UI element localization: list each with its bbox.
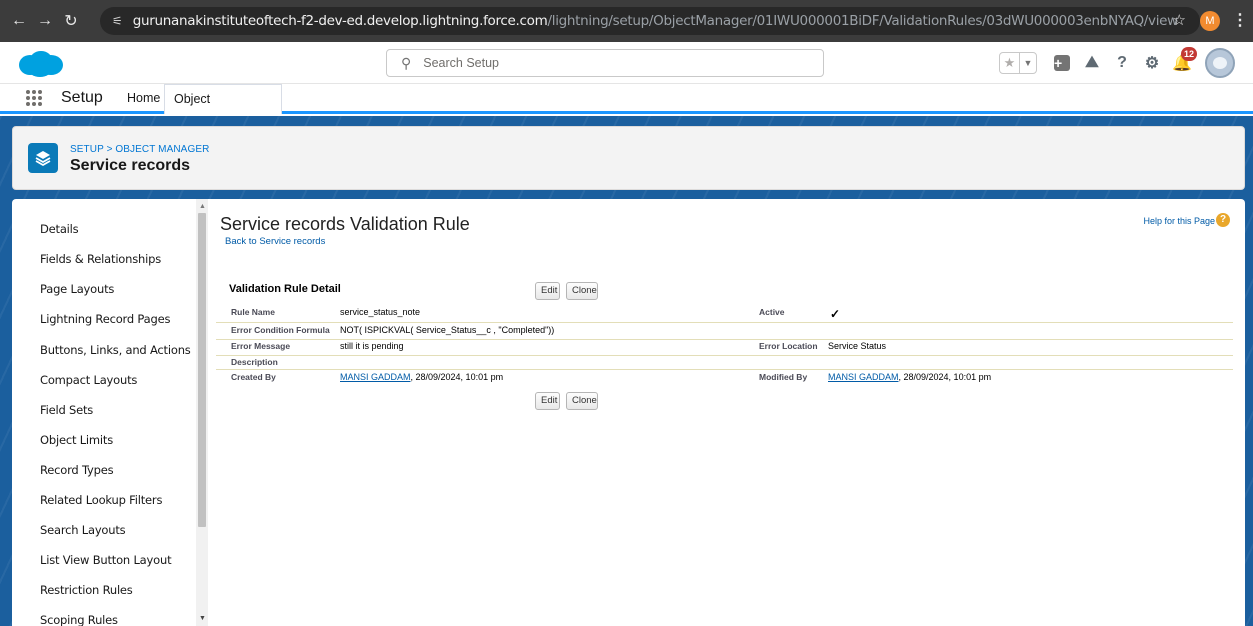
validation-rule-content: Service records Validation Rule Back to …	[208, 199, 1245, 626]
detail-row-created-modified: Created By MANSI GADDAM, 28/09/2024, 10:…	[216, 370, 1233, 387]
back-to-object-link[interactable]: Back to Service records	[225, 236, 325, 247]
site-info-icon[interactable]: ⚟	[112, 14, 123, 28]
created-by-user-link[interactable]: MANSI GADDAM	[340, 372, 411, 382]
user-avatar[interactable]	[1205, 48, 1235, 78]
breadcrumb-separator: >	[106, 144, 113, 155]
app-name: Setup	[61, 89, 103, 106]
tab-home[interactable]: Home	[118, 84, 169, 114]
setup-search-box[interactable]: ⚲	[386, 49, 824, 77]
search-icon: ⚲	[401, 54, 412, 71]
app-navigation-bar: Setup Home Object Manager∨	[0, 84, 1253, 135]
sidebar-scrollbar[interactable]: ▲ ▼	[196, 199, 208, 626]
notification-badge: 12	[1181, 47, 1197, 61]
sidebar-item-lightning-record-pages[interactable]: Lightning Record Pages	[40, 312, 170, 326]
sidebar-item-details[interactable]: Details	[40, 222, 79, 236]
url-host: gurunanakinstituteoftech-f2-dev-ed.devel…	[132, 13, 548, 29]
trailhead-icon[interactable]: ⛰	[1081, 52, 1103, 74]
scrollbar-thumb[interactable]	[198, 213, 206, 527]
sidebar-item-search-layouts[interactable]: Search Layouts	[40, 523, 126, 537]
error-location-value: Service Status	[828, 341, 887, 351]
clone-button-bottom[interactable]: Clone	[566, 392, 598, 410]
rule-name-value: service_status_note	[340, 307, 421, 317]
object-header-card: SETUP > OBJECT MANAGER Service records	[12, 126, 1245, 190]
clone-button-top[interactable]: Clone	[566, 282, 598, 300]
notifications-bell-icon[interactable]: 🔔 12	[1171, 47, 1197, 74]
error-message-value: still it is pending	[340, 341, 404, 351]
description-label: Description	[231, 357, 278, 367]
address-bar[interactable]: ⚟ gurunanakinstituteoftech-f2-dev-ed.dev…	[100, 7, 1200, 35]
global-actions-button[interactable]: +	[1051, 52, 1073, 74]
edit-button-bottom[interactable]: Edit	[535, 392, 560, 410]
plus-icon: +	[1054, 55, 1070, 71]
created-by-date: , 28/09/2024, 10:01 pm	[410, 372, 504, 382]
tab-object-manager[interactable]: Object Manager∨	[164, 84, 282, 135]
sidebar-item-restriction-rules[interactable]: Restriction Rules	[40, 583, 133, 597]
app-launcher-icon[interactable]	[26, 90, 42, 106]
detail-row-formula: Error Condition Formula NOT( ISPICKVAL( …	[216, 323, 1233, 340]
rule-name-label: Rule Name	[231, 307, 275, 317]
favorites-dropdown-icon[interactable]: ▼	[1020, 53, 1036, 73]
help-question-icon[interactable]: ?	[1111, 52, 1133, 74]
sidebar-item-page-layouts[interactable]: Page Layouts	[40, 282, 114, 296]
sidebar-item-field-sets[interactable]: Field Sets	[40, 403, 93, 417]
created-by-value: MANSI GADDAM, 28/09/2024, 10:01 pm	[340, 372, 503, 382]
favorites-star-icon[interactable]: ★	[1000, 53, 1020, 73]
object-sidebar: Details Fields & Relationships Page Layo…	[12, 199, 208, 626]
breadcrumb: SETUP > OBJECT MANAGER	[70, 144, 209, 155]
browser-menu-icon[interactable]: ⋮	[1232, 10, 1248, 30]
salesforce-logo-icon[interactable]	[16, 51, 64, 77]
url-path: /lightning/setup/ObjectManager/01IWU0000…	[547, 13, 1179, 29]
setup-search-input[interactable]	[423, 56, 784, 70]
global-header: ⚲ ★ ▼ + ⛰ ? ⚙ 🔔12	[0, 42, 1253, 84]
header-actions: ★ ▼ + ⛰ ? ⚙ 🔔 12	[999, 47, 1235, 78]
breadcrumb-setup-link[interactable]: SETUP	[70, 144, 104, 155]
error-message-label: Error Message	[231, 341, 291, 351]
help-for-page-link[interactable]: Help for this Page	[1143, 216, 1215, 226]
sidebar-item-scoping-rules[interactable]: Scoping Rules	[40, 613, 118, 626]
detail-row-rule-name: Rule Name service_status_note Active ✓	[216, 305, 1233, 323]
sidebar-item-record-types[interactable]: Record Types	[40, 463, 114, 477]
formula-value: NOT( ISPICKVAL( Service_Status__c , "Com…	[340, 325, 555, 335]
modified-by-user-link[interactable]: MANSI GADDAM	[828, 372, 899, 382]
modified-by-label: Modified By	[759, 372, 808, 382]
formula-label: Error Condition Formula	[231, 325, 330, 335]
reload-icon[interactable]: ↻	[58, 11, 84, 31]
detail-row-error-message: Error Message still it is pending Error …	[216, 340, 1233, 356]
error-location-label: Error Location	[759, 341, 818, 351]
breadcrumb-object-manager-link[interactable]: OBJECT MANAGER	[115, 144, 209, 155]
scroll-down-arrow-icon[interactable]: ▼	[199, 615, 206, 622]
sidebar-item-related-lookup-filters[interactable]: Related Lookup Filters	[40, 493, 162, 507]
bookmark-star-icon[interactable]: ☆	[1173, 11, 1186, 29]
section-title: Validation Rule Detail	[229, 283, 341, 295]
help-question-icon[interactable]: ?	[1216, 213, 1230, 227]
sidebar-item-buttons-links-actions[interactable]: Buttons, Links, and Actions	[40, 343, 191, 357]
sidebar-item-compact-layouts[interactable]: Compact Layouts	[40, 373, 137, 387]
scroll-up-arrow-icon[interactable]: ▲	[199, 203, 206, 210]
sidebar-item-object-limits[interactable]: Object Limits	[40, 433, 113, 447]
active-checkmark-icon: ✓	[830, 307, 841, 321]
active-label: Active	[759, 307, 785, 317]
object-layers-icon	[28, 143, 58, 173]
created-by-label: Created By	[231, 372, 276, 382]
modified-by-date: , 28/09/2024, 10:01 pm	[898, 372, 992, 382]
edit-button-top[interactable]: Edit	[535, 282, 560, 300]
detail-row-description: Description	[216, 356, 1233, 370]
setup-gear-icon[interactable]: ⚙	[1141, 52, 1163, 74]
main-panel: Details Fields & Relationships Page Layo…	[12, 199, 1245, 626]
forward-arrow-icon[interactable]: →	[32, 12, 58, 30]
modified-by-value: MANSI GADDAM, 28/09/2024, 10:01 pm	[828, 372, 991, 382]
back-arrow-icon[interactable]: ←	[6, 12, 32, 30]
object-title: Service records	[70, 157, 191, 174]
browser-toolbar: ← → ↻ ⚟ gurunanakinstituteoftech-f2-dev-…	[0, 0, 1253, 42]
sidebar-item-list-view-button-layout[interactable]: List View Button Layout	[40, 553, 172, 567]
browser-profile-avatar[interactable]: M	[1200, 11, 1220, 31]
page-title: Service records Validation Rule	[220, 214, 470, 234]
favorites-group: ★ ▼	[999, 52, 1037, 74]
sidebar-item-fields-relationships[interactable]: Fields & Relationships	[40, 252, 161, 266]
